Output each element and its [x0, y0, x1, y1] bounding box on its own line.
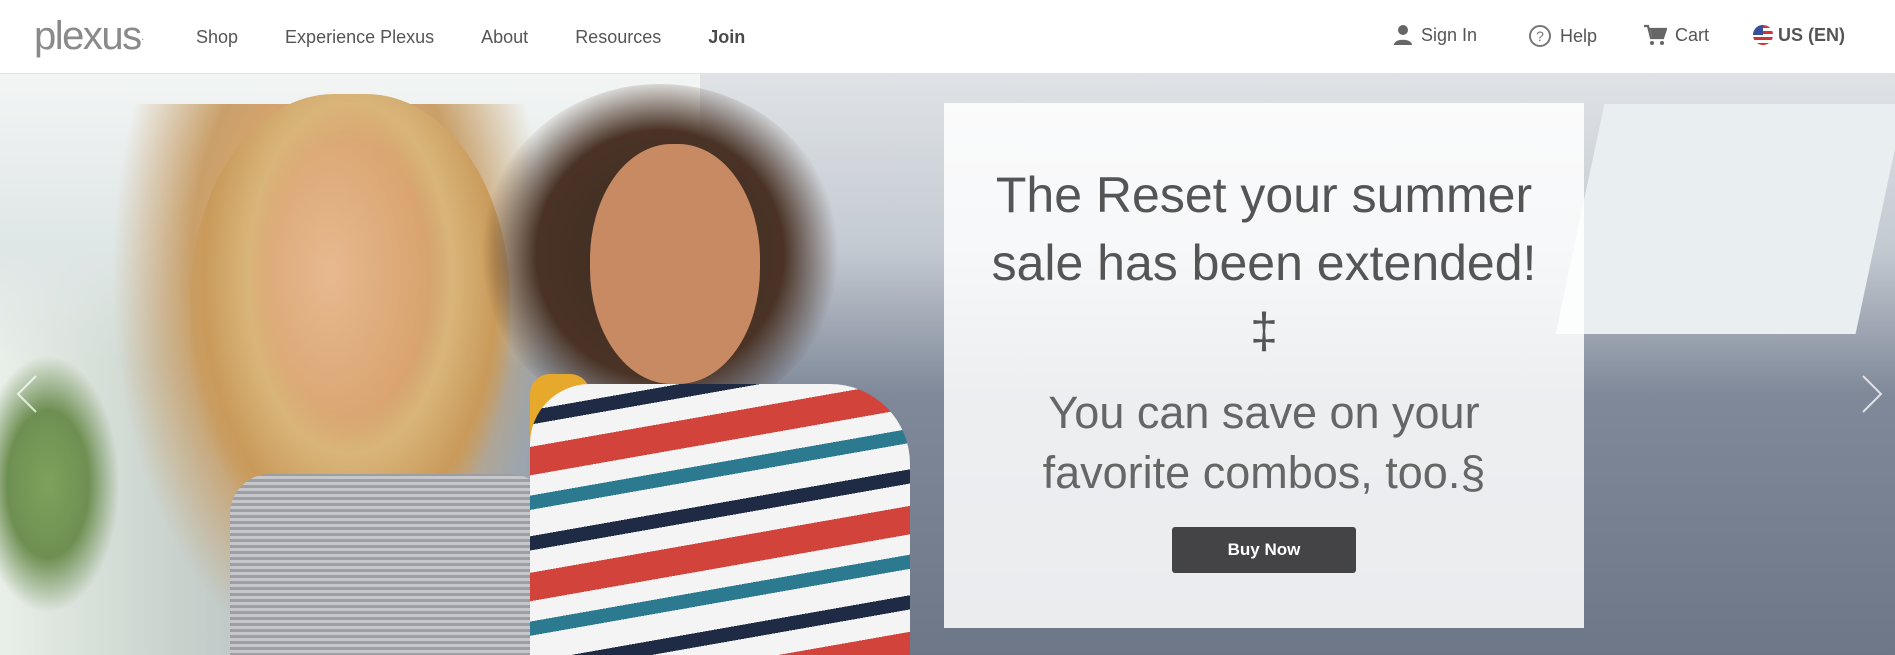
person-icon — [1394, 25, 1412, 45]
chevron-left-icon[interactable] — [12, 372, 42, 416]
hero-person-left-shirt — [230, 474, 550, 655]
promo-card: The Reset your summer sale has been exte… — [944, 103, 1584, 628]
promo-headline: The Reset your summer sale has been exte… — [944, 161, 1584, 365]
chevron-right-icon[interactable] — [1857, 372, 1887, 416]
help-link[interactable]: ? Help — [1528, 24, 1597, 48]
headline-mark: ‡ — [1250, 303, 1278, 359]
nav-item-join[interactable]: Join — [708, 27, 745, 48]
help-circle-icon: ? — [1529, 25, 1551, 47]
us-flag-icon — [1753, 25, 1773, 45]
cart-label: Cart — [1675, 24, 1710, 45]
cart-link[interactable]: Cart — [1643, 24, 1709, 46]
subline-line-1: You can save on your — [1048, 387, 1480, 438]
buy-now-button[interactable]: Buy Now — [1172, 527, 1356, 573]
sign-in-label: Sign In — [1421, 24, 1478, 45]
hero-person-right-shirt — [530, 384, 910, 655]
site-header: plexus· Shop Experience Plexus About Res… — [0, 0, 1895, 74]
nav-item-about[interactable]: About — [481, 27, 528, 48]
headline-line-1: The Reset your summer — [995, 167, 1533, 223]
logo-dot: · — [140, 31, 145, 46]
help-label: Help — [1560, 25, 1598, 46]
main-nav: Shop Experience Plexus About Resources J… — [196, 0, 792, 74]
nav-item-resources[interactable]: Resources — [575, 27, 661, 48]
sign-in-link[interactable]: Sign In — [1393, 24, 1477, 46]
plexus-logo[interactable]: plexus· — [34, 14, 145, 58]
hero-person-right-face — [590, 144, 760, 384]
nav-item-shop[interactable]: Shop — [196, 27, 238, 48]
locale-label: US (EN) — [1778, 24, 1845, 45]
headline-line-2: sale has been extended! — [991, 235, 1537, 291]
subline-line-2: favorite combos, too.§ — [1042, 447, 1486, 498]
logo-text: plexus — [34, 14, 142, 58]
locale-selector[interactable]: US (EN) — [1752, 24, 1845, 46]
hero-car-window — [1555, 104, 1895, 334]
svg-text:?: ? — [1536, 28, 1544, 44]
nav-item-experience-plexus[interactable]: Experience Plexus — [285, 27, 434, 48]
cart-icon — [1644, 24, 1667, 45]
promo-subline: You can save on your favorite combos, to… — [944, 383, 1584, 503]
